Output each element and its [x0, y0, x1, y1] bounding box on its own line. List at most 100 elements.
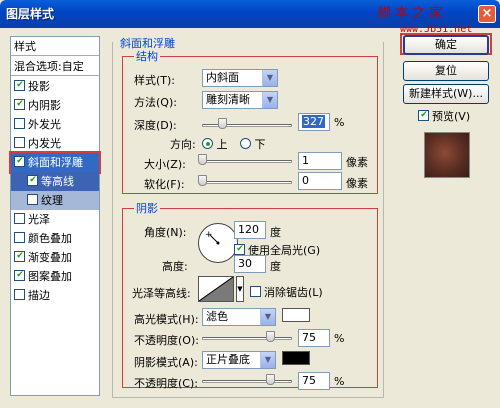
direction-label: 方向:	[170, 138, 196, 151]
reset-button[interactable]: 复位	[403, 61, 489, 81]
style-item-2[interactable]: 内阴影	[11, 96, 99, 115]
antialias-checkbox[interactable]: 消除锯齿(L)	[250, 284, 323, 300]
preview-checkbox[interactable]: 预览(V)	[418, 108, 470, 124]
gloss-contour-label: 光泽等高线:	[132, 287, 191, 300]
checkbox-checked-icon[interactable]	[14, 156, 25, 167]
bevel-emboss-panel: 斜面和浮雕 结构 样式(T): 内斜面 ▼ 方法(Q): 雕刻清晰 ▼ 深度(D…	[112, 36, 384, 400]
size-input[interactable]: 1	[298, 152, 342, 170]
highlight-opacity-value: 75	[302, 331, 316, 344]
style-item-11[interactable]: 图案叠加	[11, 267, 99, 286]
radio-selected-icon	[202, 138, 213, 149]
soften-input[interactable]: 0	[298, 172, 342, 190]
shadow-opacity-thumb[interactable]	[265, 374, 275, 385]
altitude-unit: 度	[270, 260, 281, 273]
antialias-label: 消除锯齿(L)	[264, 286, 323, 299]
angle-input[interactable]: 120	[234, 221, 266, 239]
checkbox-icon[interactable]	[14, 137, 25, 148]
shadow-mode-label: 阴影模式(A):	[134, 356, 198, 369]
style-item-10[interactable]: 渐变叠加	[11, 248, 99, 267]
depth-slider-track[interactable]	[202, 124, 292, 127]
shadow-color-swatch[interactable]	[282, 351, 310, 365]
direction-down-radio[interactable]: 下	[240, 136, 266, 152]
style-item-label: 等高线	[41, 175, 74, 188]
checkbox-checked-icon[interactable]	[14, 99, 25, 110]
highlight-mode-dropdown[interactable]: 滤色 ▼	[202, 308, 276, 326]
highlight-opacity-thumb[interactable]	[265, 331, 275, 342]
checkbox-icon	[250, 286, 261, 297]
structure-title: 结构	[134, 48, 160, 64]
size-slider-track[interactable]	[202, 160, 292, 163]
checkbox-checked-icon[interactable]	[14, 251, 25, 262]
style-list-header-label: 样式	[14, 40, 36, 53]
style-item-1[interactable]: 投影	[11, 77, 99, 96]
style-item-7[interactable]: 纹理	[11, 191, 99, 210]
checkbox-checked-icon[interactable]	[14, 80, 25, 91]
technique-dropdown[interactable]: 雕刻清晰 ▼	[202, 91, 278, 109]
chevron-down-icon: ▼	[237, 285, 243, 293]
style-item-8[interactable]: 光泽	[11, 210, 99, 229]
style-item-label: 描边	[28, 289, 50, 302]
shadow-opacity-label: 不透明度(C):	[134, 377, 198, 390]
depth-slider-thumb[interactable]	[217, 118, 227, 129]
soften-value: 0	[302, 174, 309, 187]
checkbox-icon[interactable]	[14, 118, 25, 129]
altitude-value: 30	[238, 257, 252, 270]
altitude-input[interactable]: 30	[234, 255, 266, 273]
style-item-label: 斜面和浮雕	[28, 156, 83, 169]
soften-slider-track[interactable]	[202, 181, 292, 184]
style-item-label: 内发光	[28, 137, 61, 150]
style-dropdown-value: 内斜面	[206, 71, 239, 84]
size-slider-thumb[interactable]	[198, 154, 207, 165]
soften-unit: 像素	[346, 177, 368, 190]
style-item-5[interactable]: 斜面和浮雕	[9, 151, 101, 174]
style-item-4[interactable]: 内发光	[11, 134, 99, 153]
style-list-header[interactable]: 样式	[11, 37, 99, 56]
size-value: 1	[302, 154, 309, 167]
shadow-opacity-value: 75	[302, 374, 316, 387]
shadow-opacity-track[interactable]	[202, 380, 292, 383]
checkbox-icon[interactable]	[14, 232, 25, 243]
depth-value: 327	[302, 115, 325, 128]
angle-dial-icon: +	[205, 230, 220, 245]
checkbox-icon[interactable]	[14, 213, 25, 224]
technique-label: 方法(Q):	[134, 96, 177, 109]
style-label: 样式(T):	[134, 74, 176, 87]
angle-dial[interactable]: +	[198, 223, 238, 263]
close-button[interactable]: ×	[478, 5, 496, 23]
shading-title: 阴影	[134, 200, 160, 216]
style-item-12[interactable]: 描边	[11, 286, 99, 305]
new-style-button[interactable]: 新建样式(W)...	[403, 84, 489, 104]
soften-slider-thumb[interactable]	[198, 175, 207, 186]
checkbox-checked-icon	[418, 110, 429, 121]
highlight-opacity-label: 不透明度(O):	[134, 334, 199, 347]
contour-curve-icon	[199, 277, 233, 301]
shadow-opacity-unit: %	[334, 375, 345, 388]
style-item-label: 光泽	[28, 213, 50, 226]
blend-options-item[interactable]: 混合选项:自定	[11, 57, 99, 76]
highlight-mode-value: 滤色	[206, 310, 228, 323]
gloss-contour-dropdown[interactable]: ▼	[236, 276, 244, 302]
depth-label: 深度(D):	[134, 119, 177, 132]
style-item-9[interactable]: 颜色叠加	[11, 229, 99, 248]
depth-input[interactable]: 327	[298, 113, 330, 131]
style-item-3[interactable]: 外发光	[11, 115, 99, 134]
angle-value: 120	[238, 223, 259, 236]
shadow-mode-dropdown[interactable]: 正片叠底 ▼	[202, 351, 276, 369]
style-item-6[interactable]: 等高线	[11, 172, 99, 191]
checkbox-checked-icon[interactable]	[27, 175, 38, 186]
highlight-opacity-track[interactable]	[202, 337, 292, 340]
style-dropdown[interactable]: 内斜面 ▼	[202, 69, 278, 87]
checkbox-checked-icon[interactable]	[14, 270, 25, 281]
highlight-color-swatch[interactable]	[282, 308, 310, 322]
checkbox-icon[interactable]	[27, 194, 38, 205]
ok-button[interactable]: 确定	[403, 35, 489, 55]
gloss-contour-picker[interactable]	[198, 276, 234, 302]
style-item-label: 颜色叠加	[28, 232, 72, 245]
style-list: 样式 混合选项:自定 投影内阴影外发光内发光斜面和浮雕等高线纹理光泽颜色叠加渐变…	[9, 36, 101, 396]
highlight-mode-label: 高光模式(H):	[134, 313, 199, 326]
checkbox-icon[interactable]	[14, 289, 25, 300]
shadow-opacity-input[interactable]: 75	[298, 372, 330, 390]
chevron-down-icon: ▼	[262, 70, 277, 86]
direction-up-radio[interactable]: 上	[202, 136, 228, 152]
highlight-opacity-input[interactable]: 75	[298, 329, 330, 347]
